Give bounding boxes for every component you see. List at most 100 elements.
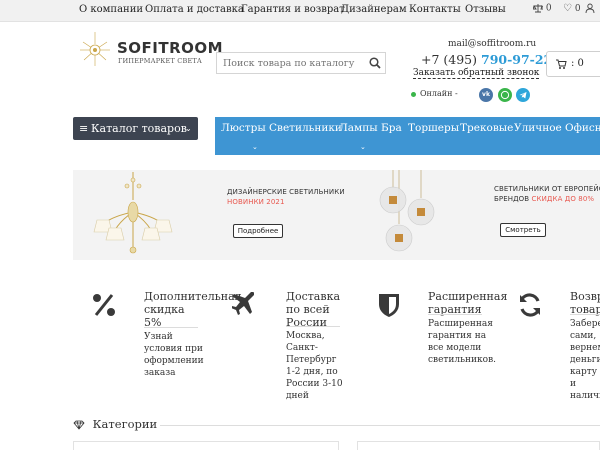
nav-item-office[interactable]: Офисно <box>565 122 600 134</box>
banner-1-subtitle: НОВИНКИ 2021 <box>227 198 285 206</box>
wishlist-link[interactable]: ♡ 0 <box>563 3 581 14</box>
feature-text-line: гарантия на <box>428 331 487 341</box>
feature-delivery-title-3: России <box>286 316 328 329</box>
banner-1-button[interactable]: Подробнее <box>233 224 283 238</box>
category-card[interactable] <box>357 441 600 450</box>
feature-text-line: оформлении <box>144 356 204 366</box>
nav-item-track[interactable]: Трековые <box>460 122 513 134</box>
online-dot-icon <box>411 91 416 97</box>
promo-banner[interactable]: ДИЗАЙНЕРСКИЕ СВЕТИЛЬНИКИ НОВИНКИ 2021 По… <box>73 170 600 260</box>
wishlist-count: 0 <box>574 4 581 14</box>
feature-text-line: наличн <box>570 391 600 401</box>
diamond-icon <box>73 420 85 430</box>
top-link-about[interactable]: О компании <box>79 4 143 15</box>
chevron-down-icon: ⌄ <box>185 124 192 133</box>
search-icon[interactable] <box>368 56 382 70</box>
nav-item-sconces[interactable]: Бра <box>381 122 402 134</box>
callback-link[interactable]: Заказать обратный звонок <box>413 68 540 79</box>
main-nav: Люстры Светильники Лампы Бра Торшеры Тре… <box>215 117 600 155</box>
feature-text-line: условия при <box>144 344 203 354</box>
feature-text-line: Расширенная <box>428 319 493 329</box>
vk-icon[interactable]: vk <box>479 88 493 102</box>
logo-name[interactable]: SOFITROOM <box>117 39 223 57</box>
feature-divider <box>570 314 600 315</box>
feature-text-line: Узнай <box>144 332 173 342</box>
banner-2-title: СВЕТИЛЬНИКИ ОТ ЕВРОПЕЙСК <box>494 185 600 193</box>
percent-icon <box>93 294 115 316</box>
feature-text-line: светильников. <box>428 355 496 365</box>
banner-2-button[interactable]: Смотреть <box>500 223 546 237</box>
whatsapp-icon[interactable] <box>498 88 512 102</box>
feature-discount-text: Узнай условия при оформлении заказа <box>144 331 204 379</box>
compare-link[interactable]: 0 <box>532 3 552 14</box>
feature-text-line: Санкт- <box>286 343 318 353</box>
feature-discount-title-2: скидка <box>144 303 185 316</box>
menu-icon: ≡ <box>79 122 89 135</box>
top-link-payment[interactable]: Оплата и доставка <box>145 4 244 15</box>
chandelier-image <box>93 172 173 254</box>
cart-icon <box>556 59 567 69</box>
banner-1-title: ДИЗАЙНЕРСКИЕ СВЕТИЛЬНИКИ <box>227 188 345 196</box>
search-input[interactable] <box>217 53 367 73</box>
nav-item-outdoor[interactable]: Уличное <box>514 122 562 134</box>
feature-warranty-text: Расширенная гарантия на все модели свети… <box>428 318 496 366</box>
feature-text-line: карту и <box>570 367 598 389</box>
compare-count: 0 <box>545 3 552 14</box>
feature-text-line: Москва, <box>286 331 325 341</box>
nav-item-chandeliers[interactable]: Люстры <box>221 122 266 134</box>
categories-heading: Категории <box>73 417 157 431</box>
site-header: SOFITROOM ГИПЕРМАРКЕТ СВЕТА mail@soffitr… <box>0 22 600 110</box>
feature-text-line: заказа <box>144 368 176 378</box>
nav-item-lamps[interactable]: Светильники <box>269 122 342 134</box>
feature-text-line: России 3-10 <box>286 379 343 389</box>
catalog-button[interactable]: ≡ Каталог товаров ⌄ <box>73 117 198 140</box>
feature-divider <box>144 327 198 328</box>
cart-button[interactable]: : 0 <box>546 51 600 77</box>
feature-warranty-title-1: Расширенная <box>428 290 508 303</box>
feature-divider <box>286 326 340 327</box>
feature-delivery-title-1: Доставка <box>286 290 340 303</box>
categories-title: Категории <box>92 417 158 431</box>
feature-discount-title-1: Дополнительная <box>144 290 242 303</box>
nav-item-bulbs[interactable]: Лампы <box>339 122 378 134</box>
feature-return-title: Возвр товар <box>570 290 600 316</box>
logo-tagline: ГИПЕРМАРКЕТ СВЕТА <box>118 57 203 65</box>
heart-icon: ♡ <box>563 3 572 14</box>
banner-2-discount: СКИДКА ДО 80% <box>531 195 595 203</box>
chevron-down-icon: ⌄ <box>360 143 366 151</box>
catalog-label: Каталог товаров <box>91 122 187 135</box>
online-status: Онлайн - <box>411 89 458 98</box>
user-link[interactable] <box>585 3 595 14</box>
chevron-down-icon: ⌄ <box>252 143 258 151</box>
email-link[interactable]: mail@soffitroom.ru <box>448 39 536 49</box>
scales-icon <box>532 4 545 13</box>
feature-text-line: вернем <box>570 343 600 353</box>
online-label: Онлайн - <box>420 89 458 98</box>
feature-text-line: 1-2 дня, по <box>286 367 338 377</box>
feature-text-line: деньги <box>570 355 600 365</box>
feature-text-line: сами, <box>570 331 597 341</box>
feature-text-line: дней <box>286 391 309 401</box>
nav-item-floor-lamps[interactable]: Торшеры <box>408 122 459 134</box>
shield-icon <box>379 294 399 317</box>
refresh-icon <box>520 293 540 317</box>
top-link-contacts[interactable]: Контакты <box>409 4 461 15</box>
phone-main: 790-97-22 <box>481 52 553 67</box>
categories-divider <box>160 425 600 426</box>
search-box <box>216 52 386 74</box>
telegram-icon[interactable] <box>516 88 530 102</box>
top-link-reviews[interactable]: Отзывы <box>465 4 506 15</box>
banner-2-title-line2: БРЕНДОВ СКИДКА ДО 80% <box>494 195 594 203</box>
top-link-designers[interactable]: Дизайнерам <box>341 4 407 15</box>
user-icon <box>585 3 595 14</box>
chandelier-logo-icon[interactable] <box>80 32 110 68</box>
feature-discount-title: Дополнительная скидка 5% <box>144 290 242 329</box>
banner-2-brands: БРЕНДОВ <box>494 195 530 203</box>
feature-delivery-text: Москва, Санкт- Петербург 1-2 дня, по Рос… <box>286 330 343 402</box>
top-link-warranty[interactable]: Гарантия и возврат <box>241 4 345 15</box>
feature-text-line: все модели <box>428 343 482 353</box>
feature-warranty-title: Расширенная гарантия <box>428 290 507 316</box>
phone-number[interactable]: +7 (495) 790-97-22 <box>421 52 552 67</box>
category-card[interactable] <box>73 441 339 450</box>
pendant-lights-image <box>379 170 435 252</box>
